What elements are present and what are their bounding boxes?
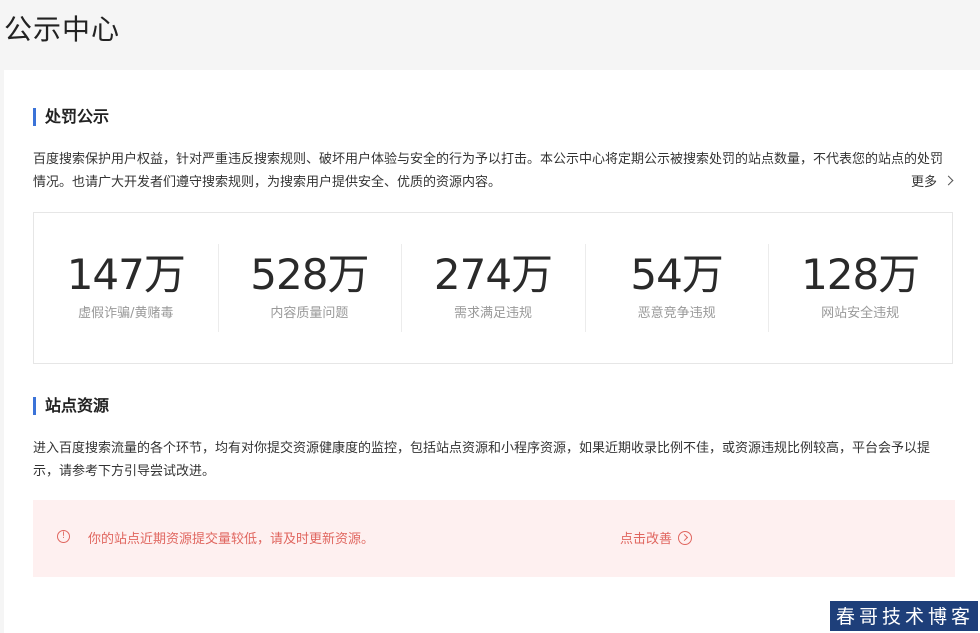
resources-section-title: 站点资源 bbox=[33, 397, 109, 415]
penalty-stats: 147万 虚假诈骗/黄赌毒 528万 内容质量问题 274万 需求满足违规 54… bbox=[33, 212, 953, 364]
improve-button[interactable]: 点击改善 bbox=[620, 528, 693, 547]
stat-label: 内容质量问题 bbox=[270, 306, 349, 321]
stat-label: 需求满足违规 bbox=[453, 306, 532, 321]
stat-value: 147万 bbox=[66, 250, 186, 299]
watermark-logo: 春哥技术博客 bbox=[829, 601, 978, 631]
stat-site-security: 128万 网站安全违规 bbox=[768, 244, 952, 332]
stat-label: 虚假诈骗/黄赌毒 bbox=[78, 306, 174, 321]
content-card: 处罚公示 百度搜索保护用户权益，针对严重违反搜索规则、破坏用户体验与安全的行为予… bbox=[4, 70, 980, 633]
alert-message: 你的站点近期资源提交量较低，请及时更新资源。 bbox=[88, 532, 375, 547]
more-link-label: 更多 bbox=[910, 175, 937, 190]
stat-demand: 274万 需求满足违规 bbox=[401, 244, 585, 332]
resources-description: 进入百度搜索流量的各个环节，均有对你提交资源健康度的监控，包括站点资源和小程序资… bbox=[33, 441, 931, 479]
resource-alert: ! 你的站点近期资源提交量较低，请及时更新资源。 点击改善 bbox=[33, 500, 955, 577]
penalty-description: 百度搜索保护用户权益，针对严重违反搜索规则、破坏用户体验与安全的行为予以打击。本… bbox=[33, 152, 944, 190]
stat-malicious-competition: 54万 恶意竞争违规 bbox=[584, 244, 769, 332]
stat-value: 528万 bbox=[250, 250, 369, 299]
stat-value: 128万 bbox=[801, 250, 920, 299]
more-link[interactable]: 更多 bbox=[910, 171, 954, 190]
penalty-section-title: 处罚公示 bbox=[33, 108, 109, 126]
page-title: 公示中心 bbox=[4, 13, 121, 46]
circle-chevron-right-icon bbox=[678, 530, 693, 545]
stat-fraud: 147万 虚假诈骗/黄赌毒 bbox=[34, 244, 218, 332]
exclamation-circle-icon: ! bbox=[57, 530, 70, 543]
improve-button-label: 点击改善 bbox=[620, 532, 673, 547]
stat-value: 54万 bbox=[630, 250, 723, 299]
stat-label: 网站安全违规 bbox=[821, 306, 900, 321]
stat-content-quality: 528万 内容质量问题 bbox=[217, 244, 402, 332]
stat-value: 274万 bbox=[433, 250, 553, 299]
chevron-right-icon bbox=[943, 175, 954, 186]
stat-label: 恶意竞争违规 bbox=[637, 306, 716, 321]
